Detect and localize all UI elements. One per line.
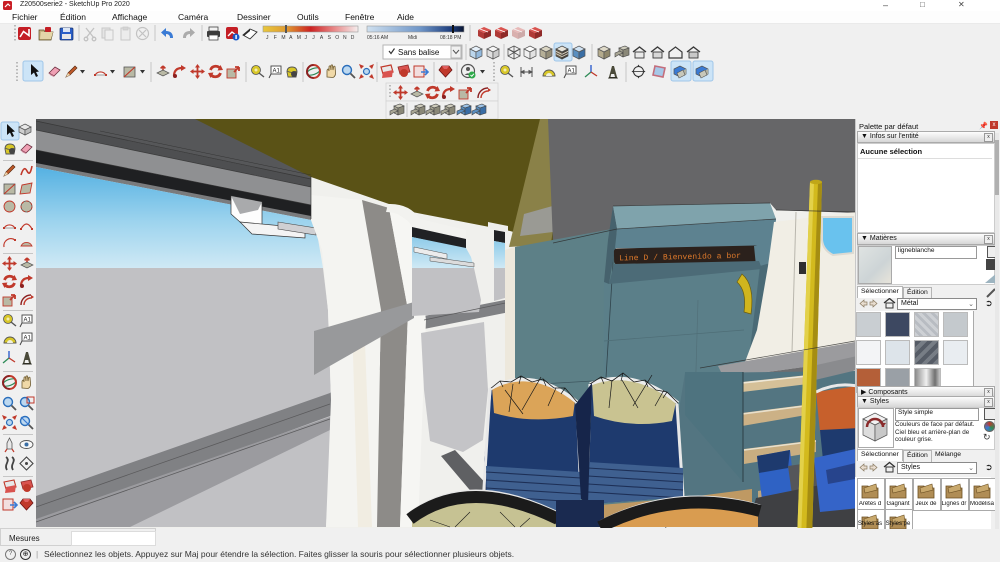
svg-text:A1: A1 xyxy=(24,336,32,342)
svg-text:A1: A1 xyxy=(24,318,32,324)
